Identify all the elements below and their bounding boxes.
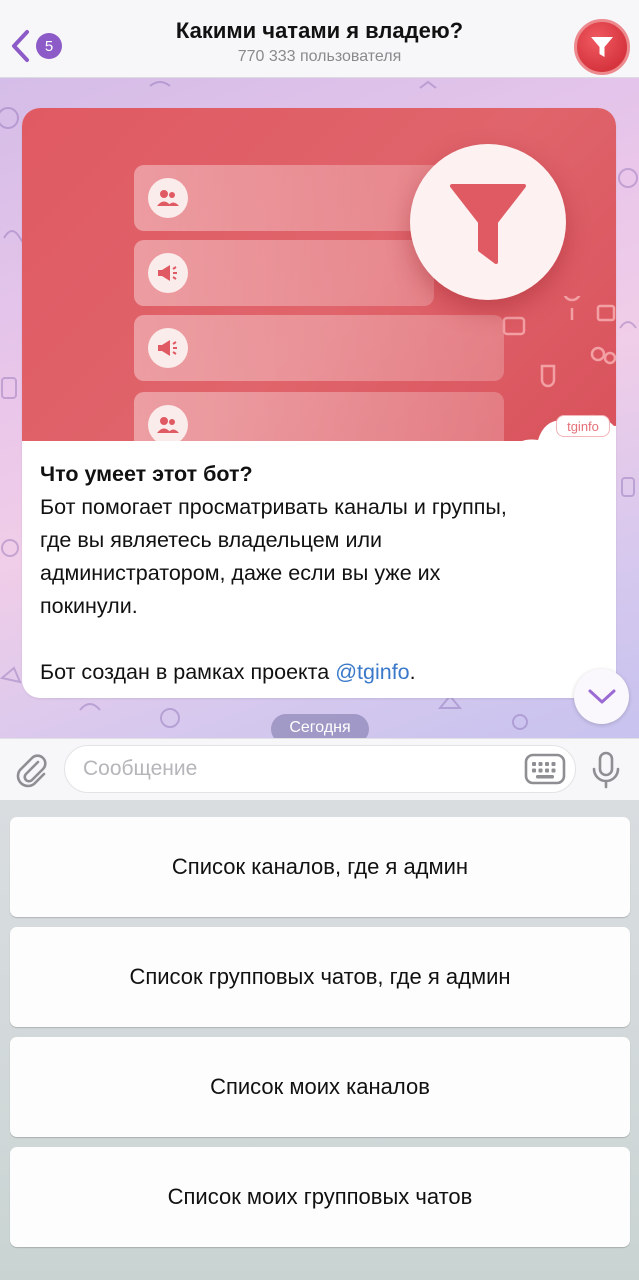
funnel-badge xyxy=(410,144,566,300)
my-group-chats-button[interactable]: Список моих групповых чатов xyxy=(10,1147,630,1247)
bot-intro-message: tginfo Что умеет этот бот? Бот помогает … xyxy=(22,108,616,698)
message-footer: Бот создан в рамках проекта @tginfo. xyxy=(40,656,610,689)
funnel-icon xyxy=(591,37,613,57)
chat-header: 5 Какими чатами я владею? 770 333 пользо… xyxy=(0,0,639,78)
bot-avatar[interactable] xyxy=(574,19,630,75)
message-heading: Что умеет этот бот? xyxy=(40,462,253,486)
back-button[interactable]: 5 xyxy=(10,28,70,64)
bot-banner-illustration: tginfo xyxy=(22,108,616,441)
message-line: Бот помогает просматривать каналы и груп… xyxy=(40,495,507,519)
chevron-down-icon xyxy=(588,689,615,703)
megaphone-icon xyxy=(148,253,188,293)
brand-badge: tginfo xyxy=(556,415,610,437)
chat-area[interactable]: tginfo Что умеет этот бот? Бот помогает … xyxy=(0,78,639,738)
message-text: Что умеет этот бот? Бот помогает просмат… xyxy=(40,458,610,689)
microphone-icon[interactable] xyxy=(590,751,622,789)
chat-title[interactable]: Какими чатами я владею? xyxy=(120,18,519,44)
admin-group-chats-button[interactable]: Список групповых чатов, где я админ xyxy=(10,927,630,1027)
banner-row xyxy=(134,392,504,441)
paperclip-icon[interactable] xyxy=(14,752,48,788)
megaphone-icon xyxy=(148,328,188,368)
unread-count-badge: 5 xyxy=(36,33,62,59)
group-icon xyxy=(148,178,188,218)
message-input[interactable] xyxy=(64,745,576,793)
date-separator: Сегодня xyxy=(271,714,369,738)
tginfo-link[interactable]: @tginfo xyxy=(335,660,409,684)
bot-reply-keyboard: Список каналов, где я админ Список групп… xyxy=(0,800,639,1280)
footer-suffix: . xyxy=(409,660,416,684)
group-icon xyxy=(148,405,188,441)
message-line: администратором, даже если вы уже их xyxy=(40,561,441,585)
scroll-down-button[interactable] xyxy=(574,669,629,724)
footer-prefix: Бот создан в рамках проекта xyxy=(40,660,336,684)
funnel-icon xyxy=(450,184,526,264)
message-line: где вы являетесь владельцем или xyxy=(40,528,383,552)
chat-subtitle: 770 333 пользователя xyxy=(237,48,402,65)
message-line: покинули. xyxy=(40,594,138,618)
keyboard-icon[interactable] xyxy=(524,752,566,786)
my-channels-button[interactable]: Список моих каналов xyxy=(10,1037,630,1137)
banner-row xyxy=(134,240,434,306)
message-composer xyxy=(0,738,639,800)
banner-row xyxy=(134,315,504,381)
banner-decor-icons xyxy=(502,296,616,388)
admin-channels-button[interactable]: Список каналов, где я админ xyxy=(10,817,630,917)
chevron-left-icon xyxy=(12,30,29,62)
banner-row xyxy=(134,165,454,231)
